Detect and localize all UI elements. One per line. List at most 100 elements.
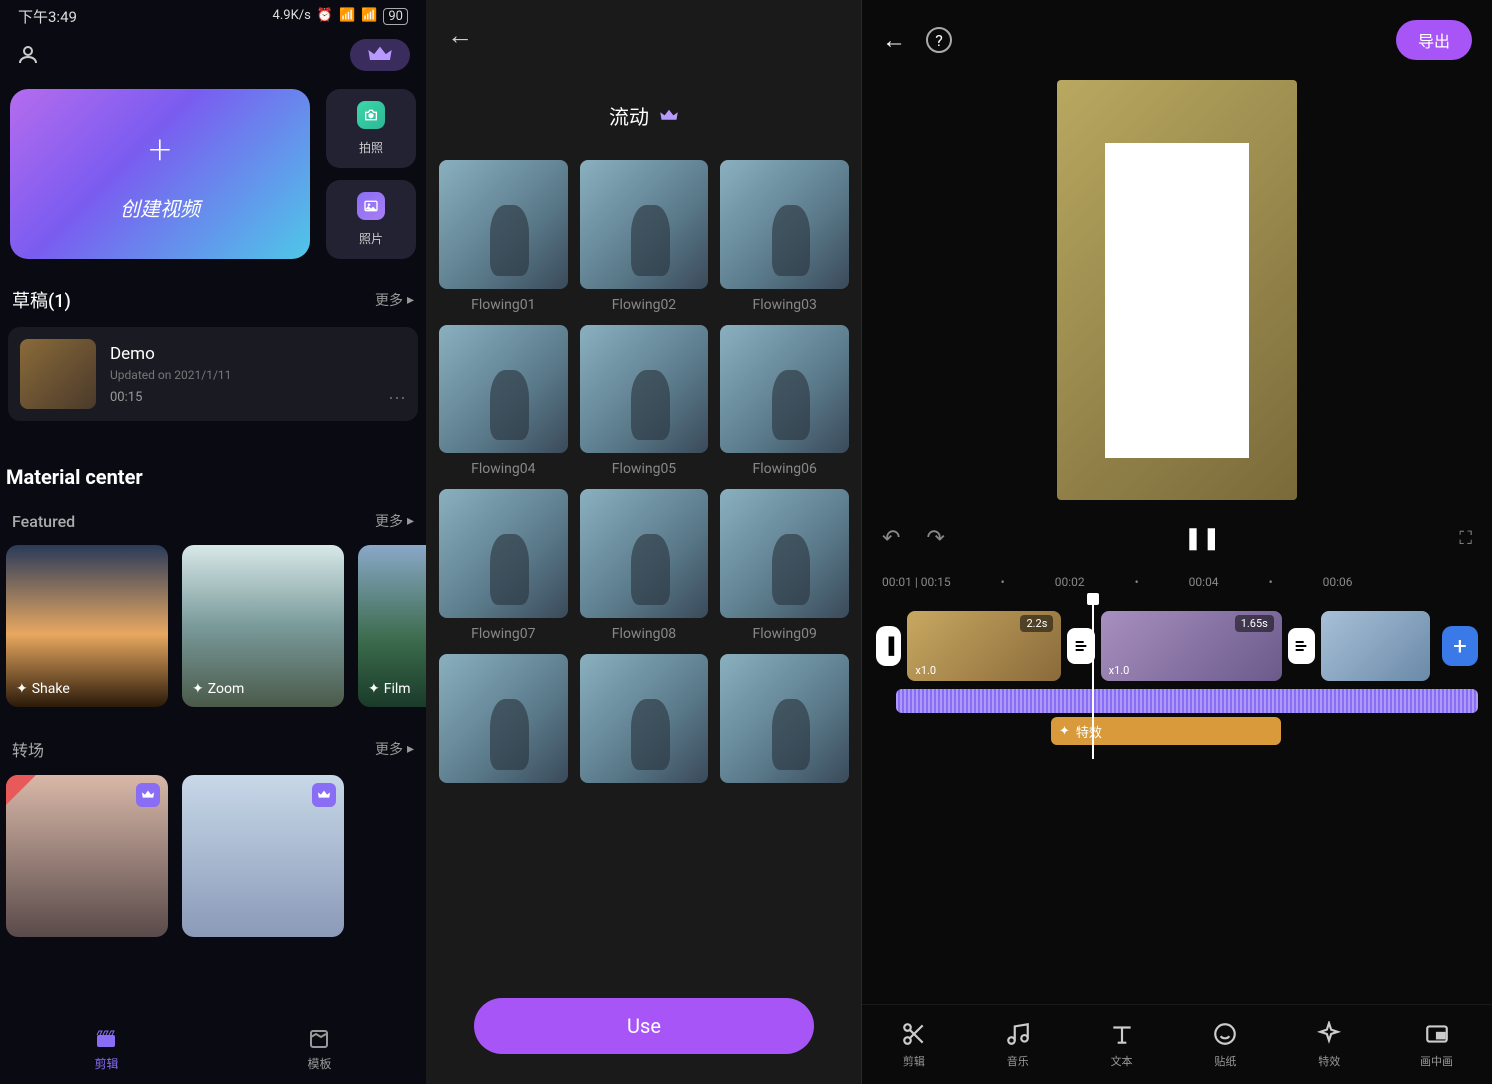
material-item[interactable]: ✦ Film — [358, 545, 427, 707]
time-ruler: 00:01 | 00:15 • 00:02 • 00:04 • 00:06 — [862, 567, 1492, 597]
vip-icon — [136, 783, 160, 807]
create-label: 创建视频 — [120, 193, 200, 222]
hero-section: + 创建视频 拍照 照片 — [0, 77, 426, 279]
template-grid: Flowing01 Flowing02 Flowing03 Flowing04 … — [427, 160, 861, 783]
crown-icon — [659, 108, 679, 124]
video-preview[interactable] — [1057, 80, 1297, 500]
material-label: ✦ Zoom — [192, 681, 244, 697]
help-icon[interactable]: ? — [926, 27, 952, 53]
draft-menu-icon[interactable]: ⋯ — [388, 388, 406, 409]
tool-music[interactable]: 音乐 — [1005, 1021, 1031, 1069]
transitions-more[interactable]: 更多 ▸ — [375, 739, 414, 759]
material-label: ✦ Film — [368, 681, 411, 697]
export-button[interactable]: 导出 — [1396, 20, 1472, 60]
wifi-icon: 📶 — [361, 8, 377, 25]
music-icon — [1005, 1021, 1031, 1047]
material-center-title: Material center — [0, 435, 426, 503]
editor-top-bar: ← ? 导出 — [862, 0, 1492, 80]
time-mark: 00:02 — [1055, 575, 1085, 589]
sparkle-icon: ✦ — [1059, 724, 1070, 739]
camera-button[interactable]: 拍照 — [326, 89, 416, 168]
text-icon — [1109, 1021, 1135, 1047]
tool-effect[interactable]: 特效 — [1316, 1021, 1342, 1069]
track-start-handle[interactable]: ▐ — [876, 626, 901, 666]
effect-label: 特效 — [1076, 722, 1102, 741]
draft-item[interactable]: Demo Updated on 2021/1/11 00:15 ⋯ — [8, 327, 418, 421]
back-icon[interactable]: ← — [882, 26, 906, 55]
user-icon[interactable] — [16, 43, 40, 67]
status-icons: 4.9K/s ⏰ 📶 📶 90 — [273, 8, 408, 25]
drafts-title: 草稿(1) — [12, 287, 71, 313]
picker-top-bar: ← — [427, 0, 861, 71]
create-video-card[interactable]: + 创建视频 — [10, 89, 310, 259]
template-item[interactable]: Flowing02 — [580, 160, 709, 313]
material-item[interactable]: ✦ Shake — [6, 545, 168, 707]
tool-bar: 剪辑 音乐 文本 贴纸 特效 画中画 — [862, 1004, 1492, 1084]
photo-icon — [357, 192, 385, 220]
template-item[interactable]: Flowing08 — [580, 489, 709, 642]
transitions-grid — [0, 761, 426, 951]
template-item[interactable] — [580, 654, 709, 783]
template-item[interactable]: Flowing05 — [580, 325, 709, 478]
photo-button[interactable]: 照片 — [326, 180, 416, 259]
drafts-more[interactable]: 更多 ▸ — [375, 290, 414, 310]
add-clip-button[interactable]: + — [1442, 626, 1478, 666]
bottom-nav: 剪辑 模板 — [0, 1014, 426, 1084]
clip-speed: x1.0 — [1109, 664, 1130, 677]
template-item[interactable]: Flowing09 — [720, 489, 849, 642]
camera-label: 拍照 — [359, 139, 383, 156]
signal-icon: 📶 — [339, 8, 355, 25]
featured-more[interactable]: 更多 ▸ — [375, 511, 414, 531]
tool-pip[interactable]: 画中画 — [1420, 1021, 1453, 1069]
template-item[interactable]: Flowing04 — [439, 325, 568, 478]
nav-template[interactable]: 模板 — [307, 1027, 331, 1072]
template-item[interactable] — [439, 654, 568, 783]
transitions-title: 转场 — [12, 737, 44, 761]
clip[interactable]: 1.65s x1.0 — [1101, 611, 1282, 681]
nav-label: 剪辑 — [94, 1055, 118, 1072]
pause-icon[interactable]: ❚❚ — [1184, 526, 1221, 551]
draft-thumbnail — [20, 339, 96, 409]
template-item[interactable]: Flowing06 — [720, 325, 849, 478]
material-item[interactable] — [182, 775, 344, 937]
template-item[interactable] — [720, 654, 849, 783]
editor-screen: ← ? 导出 ↶ ↷ ❚❚ ⛶ 00:01 | 00:15 • 00:02 • … — [862, 0, 1492, 1084]
undo-icon[interactable]: ↶ — [882, 526, 900, 551]
drafts-header: 草稿(1) 更多 ▸ — [0, 287, 426, 313]
template-item[interactable]: Flowing07 — [439, 489, 568, 642]
use-button[interactable]: Use — [474, 998, 814, 1054]
nav-edit[interactable]: 剪辑 — [94, 1027, 118, 1072]
time-mark: 00:06 — [1323, 575, 1353, 589]
material-item[interactable] — [6, 775, 168, 937]
clip[interactable]: 2.2s x1.0 — [907, 611, 1061, 681]
vip-badge[interactable] — [350, 39, 410, 71]
draft-duration: 00:15 — [110, 390, 374, 405]
back-icon[interactable]: ← — [447, 20, 473, 51]
tool-sticker[interactable]: 贴纸 — [1212, 1021, 1238, 1069]
draft-updated: Updated on 2021/1/11 — [110, 368, 374, 382]
tool-text[interactable]: 文本 — [1109, 1021, 1135, 1069]
status-bar: 下午3:49 4.9K/s ⏰ 📶 📶 90 — [0, 0, 426, 33]
redo-icon[interactable]: ↷ — [926, 526, 944, 551]
template-item[interactable]: Flowing01 — [439, 160, 568, 313]
timeline[interactable]: ▐ 2.2s x1.0 1.65s x1.0 + ✦ 特效 — [862, 597, 1492, 759]
tool-cut[interactable]: 剪辑 — [901, 1021, 927, 1069]
vip-icon — [312, 783, 336, 807]
transition-button[interactable] — [1067, 628, 1094, 664]
transition-button[interactable] — [1288, 628, 1315, 664]
playhead[interactable] — [1092, 597, 1094, 759]
scissors-icon — [901, 1021, 927, 1047]
template-picker-screen: ← 流动 Flowing01 Flowing02 Flowing03 Flowi… — [427, 0, 862, 1084]
template-item[interactable]: Flowing03 — [720, 160, 849, 313]
clip[interactable] — [1321, 611, 1430, 681]
effect-track[interactable]: ✦ 特效 — [1051, 717, 1281, 745]
template-icon — [307, 1027, 331, 1051]
fullscreen-icon[interactable]: ⛶ — [1459, 528, 1472, 549]
camera-icon — [357, 101, 385, 129]
top-bar — [0, 33, 426, 77]
material-item[interactable]: ✦ Zoom — [182, 545, 344, 707]
featured-grid: ✦ Shake ✦ Zoom ✦ Film — [0, 531, 426, 721]
audio-track[interactable] — [896, 689, 1478, 713]
smiley-icon — [1212, 1021, 1238, 1047]
sparkle-icon — [1316, 1021, 1342, 1047]
